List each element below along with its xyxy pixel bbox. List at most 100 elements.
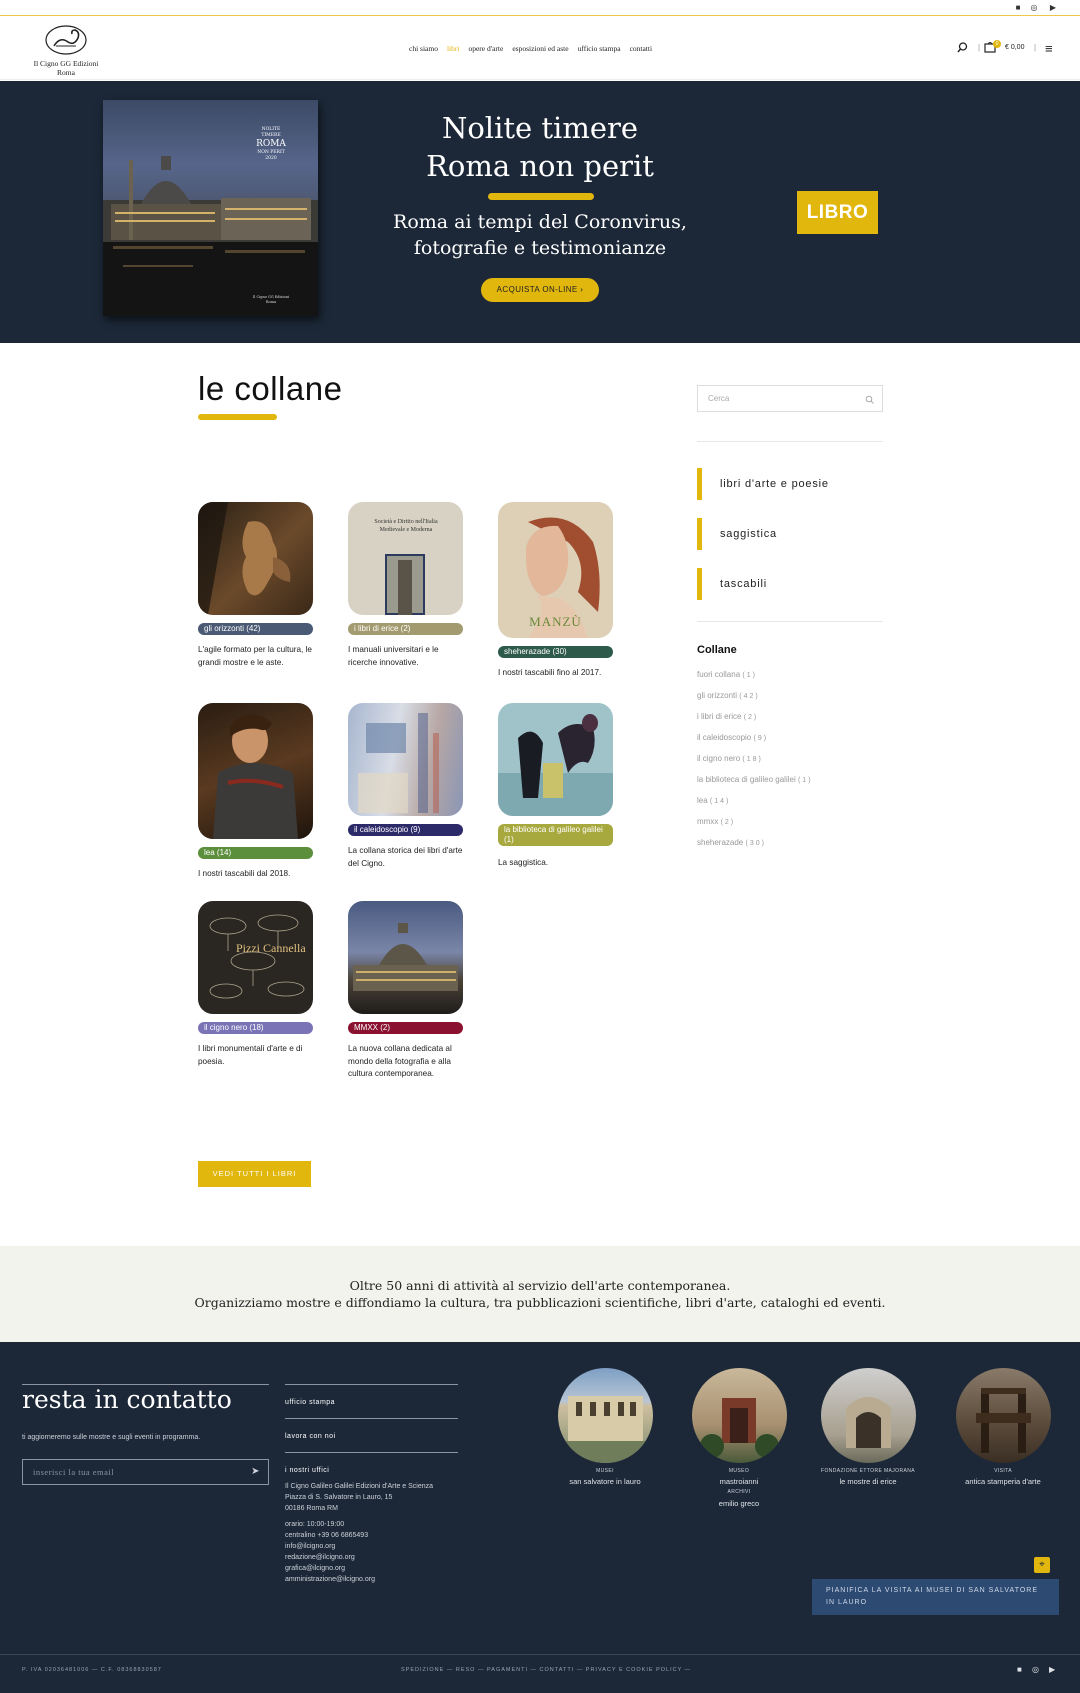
collana-link[interactable]: fuori collana (1) [697,670,757,679]
figurative-painting [498,714,613,816]
instagram-icon[interactable]: ◎ [1032,1665,1040,1674]
email-input[interactable]: inserisci la tua email ➤ [22,1459,269,1485]
footer-bottom-links[interactable]: SPEDIZIONE — RESO — PAGAMENTI — CONTATTI… [401,1667,691,1673]
footer-title: resta in contatto [22,1385,232,1414]
collana-link[interactable]: mmxx (2) [697,817,735,826]
collana-link[interactable]: lea (14) [697,796,730,805]
collection-image-orizzonti[interactable] [198,502,313,615]
youtube-icon[interactable]: ▶ [1048,3,1058,12]
collection-image-lea[interactable] [198,703,313,839]
youtube-icon[interactable]: ▶ [1049,1665,1056,1674]
sidebar-divider [697,441,883,442]
email-link[interactable]: info@ilcigno.org [285,1541,375,1552]
nav-chi-siamo[interactable]: chi siamo [409,44,438,53]
collection-tag[interactable]: i libri di erice (2) [348,623,463,635]
museum-kind: VISITA [994,1468,1012,1474]
sidebar-divider [697,621,883,622]
instagram-icon[interactable]: ◎ [1029,3,1039,12]
collana-link[interactable]: il cigno nero (18) [697,754,763,763]
about-line-2: Organizziamo mostre e diffondiamo la cul… [194,1295,886,1310]
museum-photo[interactable] [821,1368,916,1463]
collection-desc: L'agile formato per la cultura, le grand… [198,645,312,667]
museum-name-2: emilio greco [718,1499,760,1508]
collection-tag[interactable]: MMXX (2) [348,1022,463,1034]
collection-tag[interactable]: il cigno nero (18) [198,1022,313,1034]
nav-contatti[interactable]: contatti [630,44,653,53]
site-header: Il Cigno GG Edizioni Roma chi siamo libri… [0,16,1080,80]
hero-title-underline [488,193,594,200]
buy-online-label: ACQUISTA ON-LINE [496,285,578,294]
category-libri-arte[interactable]: libri d'arte e poesie [697,468,829,500]
museum-name: mastroianni [719,1477,759,1486]
collection-tag[interactable]: gli orizzonti (42) [198,623,313,635]
plan-visit-button[interactable]: PIANIFICA LA VISITA AI MUSEI DI SAN SALV… [812,1579,1059,1615]
hero-title: Nolite timere Roma non perit [350,109,730,185]
cover-line-3: ROMA [256,139,286,149]
newsletter-note: ti aggiorneremo sulle mostre e sugli eve… [22,1434,201,1441]
collection-desc: I manuali universitari e le ricerche inn… [348,645,439,667]
collection-tag[interactable]: il caleidoscopio (9) [348,824,463,836]
search-input[interactable]: Cerca [697,385,883,412]
email-link[interactable]: redazione@ilcigno.org [285,1552,375,1563]
top-bar: ■ ◎ ▶ [0,0,1080,16]
collana-link[interactable]: gli orizzonti (42) [697,691,760,700]
collection-tag[interactable]: la biblioteca di galileo galilei (1) [498,824,613,846]
collection-image-mmxx[interactable] [348,901,463,1014]
footer-link-ufficio-stampa[interactable]: ufficio stampa [285,1399,335,1406]
museum-photo[interactable] [956,1368,1051,1463]
hero-book-cover[interactable]: NOLITE TIMERE ROMA NON PERIT 2020 Il Cig… [103,100,318,316]
collana-link[interactable]: i libri di erice (2) [697,712,758,721]
category-tascabili[interactable]: tascabili [697,568,767,600]
search-icon[interactable] [865,395,874,404]
collection-desc: La collana storica dei libri d'arte del … [348,846,463,868]
hamburger-menu-icon[interactable]: ≡ [1045,41,1053,56]
search-placeholder: Cerca [708,394,730,403]
category-saggistica[interactable]: saggistica [697,518,777,550]
site-logo[interactable]: Il Cigno GG Edizioni Roma [22,22,110,77]
buy-online-button[interactable]: ACQUISTA ON-LINE › [481,278,599,302]
nav-esposizioni[interactable]: esposizioni ed aste [512,44,568,53]
cart-count-badge: 0 [993,40,1001,48]
map-icon[interactable]: ⌖ [1034,1557,1050,1573]
collection-desc: I nostri tascabili fino al 2017. [498,668,602,677]
search-icon[interactable] [957,42,968,56]
hero-banner: NOLITE TIMERE ROMA NON PERIT 2020 Il Cig… [0,81,1080,343]
nav-opere[interactable]: opere d'arte [468,44,503,53]
facebook-icon[interactable]: ■ [1017,1665,1023,1674]
collana-link[interactable]: sheherazade (30) [697,838,766,847]
collection-tag[interactable]: lea (14) [198,847,313,859]
cart-total[interactable]: € 0,00 [1005,44,1024,51]
collection-image-sheherazade[interactable]: MANZÙ [498,502,613,638]
collection-image-biblioteca[interactable] [498,703,613,816]
collection-image-cigno-nero[interactable]: Pizzi Cannella [198,901,313,1014]
hero-subtitle: Roma ai tempi del Coronvirus, fotografie… [350,209,730,261]
museum-kind: MUSEO [728,1468,750,1474]
erice-cover-title: Società e Diritto nell'Italia Medievale … [374,519,438,533]
send-icon[interactable]: ➤ [251,1460,260,1484]
museum-photo[interactable] [558,1368,653,1463]
abstract-painting [358,713,439,813]
email-link[interactable]: amministrazione@ilcigno.org [285,1574,375,1585]
facebook-icon[interactable]: ■ [1013,3,1023,12]
collana-link[interactable]: la biblioteca di galileo galilei (1) [697,775,813,784]
swan-logo-icon [45,25,87,55]
museum-photo[interactable] [692,1368,787,1463]
about-strip: Oltre 50 anni di attività al servizio de… [0,1246,1080,1342]
office-address: Il Cigno Galileo Galilei Edizioni d'Arte… [285,1483,434,1512]
collection-image-caleidoscopio[interactable] [348,703,463,816]
collana-link[interactable]: il caleidoscopio (9) [697,733,768,742]
office-contacts: orario: 10:00-19:00 centralino +39 06 686… [285,1521,375,1585]
footer-link-lavora[interactable]: lavora con noi [285,1433,336,1440]
footer-offices-heading: i nostri uffici [285,1467,330,1474]
site-footer: resta in contatto ti aggiorneremo sulle … [0,1342,1080,1693]
chandelier-drawing [209,914,305,999]
about-line-1: Oltre 50 anni di attività al servizio de… [349,1278,731,1293]
nav-libri[interactable]: libri [447,44,460,53]
nav-ufficio-stampa[interactable]: ufficio stampa [578,44,621,53]
collection-tag[interactable]: sheherazade (30) [498,646,613,658]
email-link[interactable]: grafica@ilcigno.org [285,1563,375,1574]
hero-subtitle-line1: Roma ai tempi del Coronvirus, [393,211,687,233]
libro-badge-button[interactable]: LIBRO [797,191,878,234]
view-all-books-button[interactable]: VEDI TUTTI I LIBRI [198,1161,311,1187]
collection-image-erice[interactable]: Società e Diritto nell'Italia Medievale … [348,502,463,615]
